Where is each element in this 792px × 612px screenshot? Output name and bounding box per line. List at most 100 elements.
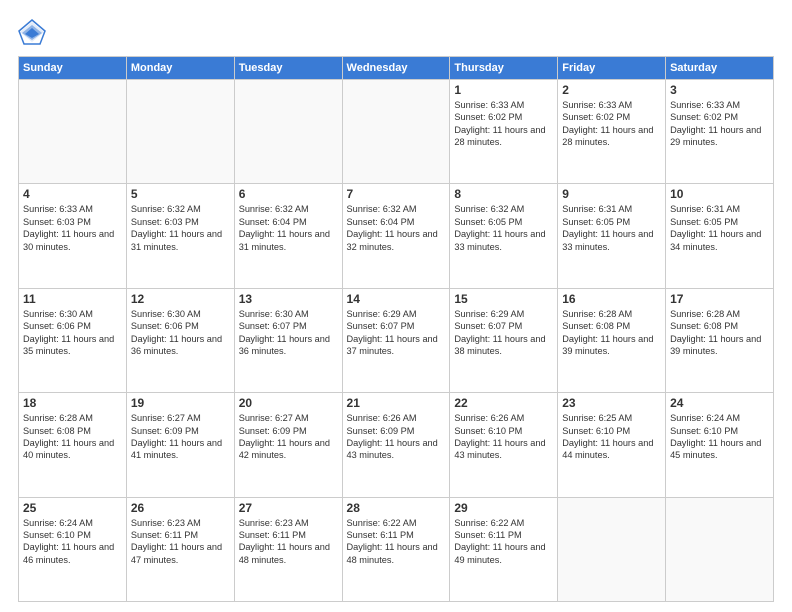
day-info: Sunrise: 6:28 AMSunset: 6:08 PMDaylight:… [670,308,769,358]
day-info: Sunrise: 6:30 AMSunset: 6:06 PMDaylight:… [131,308,230,358]
calendar-cell: 15 Sunrise: 6:29 AMSunset: 6:07 PMDayligh… [450,288,558,392]
calendar-cell: 25 Sunrise: 6:24 AMSunset: 6:10 PMDayligh… [19,497,127,601]
calendar-cell: 13Sunrise: 6:30 AMSunset: 6:07 PMDayligh… [234,288,342,392]
day-number: 28 [347,501,446,515]
calendar-cell [558,497,666,601]
weekday-header: Wednesday [342,57,450,80]
calendar-cell: 19 Sunrise: 6:27 AMSunset: 6:09 PMDayligh… [126,393,234,497]
day-info: Sunrise: 6:33 AMSunset: 6:03 PMDaylight:… [23,203,122,253]
calendar-cell [342,80,450,184]
calendar-cell: 27Sunrise: 6:23 AMSunset: 6:11 PMDayligh… [234,497,342,601]
day-info: Sunrise: 6:26 AMSunset: 6:10 PMDaylight:… [454,412,553,462]
day-number: 12 [131,292,230,306]
day-number: 9 [562,187,661,201]
day-number: 3 [670,83,769,97]
calendar-cell: 4 Sunrise: 6:33 AMSunset: 6:03 PMDaylight… [19,184,127,288]
calendar-cell: 3 Sunrise: 6:33 AMSunset: 6:02 PMDaylight… [666,80,774,184]
calendar-cell [126,80,234,184]
week-row: 18 Sunrise: 6:28 AMSunset: 6:08 PMDayligh… [19,393,774,497]
day-info: Sunrise: 6:32 AMSunset: 6:03 PMDaylight:… [131,203,230,253]
calendar-cell [19,80,127,184]
day-info: Sunrise: 6:26 AMSunset: 6:09 PMDaylight:… [347,412,446,462]
calendar-cell: 12 Sunrise: 6:30 AMSunset: 6:06 PMDayligh… [126,288,234,392]
day-number: 22 [454,396,553,410]
day-number: 29 [454,501,553,515]
weekday-header: Tuesday [234,57,342,80]
day-number: 11 [23,292,122,306]
day-info: Sunrise: 6:23 AMSunset: 6:11 PMDaylight:… [131,517,230,567]
weekday-header: Monday [126,57,234,80]
calendar-cell: 2 Sunrise: 6:33 AMSunset: 6:02 PMDaylight… [558,80,666,184]
week-row: 4 Sunrise: 6:33 AMSunset: 6:03 PMDaylight… [19,184,774,288]
day-number: 8 [454,187,553,201]
calendar-cell: 24Sunrise: 6:24 AMSunset: 6:10 PMDayligh… [666,393,774,497]
day-number: 26 [131,501,230,515]
calendar-cell [234,80,342,184]
weekday-header: Saturday [666,57,774,80]
calendar-cell: 21 Sunrise: 6:26 AMSunset: 6:09 PMDayligh… [342,393,450,497]
calendar-cell: 17 Sunrise: 6:28 AMSunset: 6:08 PMDayligh… [666,288,774,392]
calendar-cell: 14 Sunrise: 6:29 AMSunset: 6:07 PMDayligh… [342,288,450,392]
calendar-cell: 23Sunrise: 6:25 AMSunset: 6:10 PMDayligh… [558,393,666,497]
day-info: Sunrise: 6:32 AMSunset: 6:04 PMDaylight:… [239,203,338,253]
day-number: 27 [239,501,338,515]
day-number: 10 [670,187,769,201]
week-row: 25 Sunrise: 6:24 AMSunset: 6:10 PMDayligh… [19,497,774,601]
day-info: Sunrise: 6:24 AMSunset: 6:10 PMDaylight:… [23,517,122,567]
weekday-header: Friday [558,57,666,80]
calendar-cell: 8Sunrise: 6:32 AMSunset: 6:05 PMDaylight… [450,184,558,288]
day-info: Sunrise: 6:25 AMSunset: 6:10 PMDaylight:… [562,412,661,462]
page: SundayMondayTuesdayWednesdayThursdayFrid… [0,0,792,612]
logo [18,18,50,46]
calendar-cell: 26 Sunrise: 6:23 AMSunset: 6:11 PMDayligh… [126,497,234,601]
day-info: Sunrise: 6:30 AMSunset: 6:06 PMDaylight:… [23,308,122,358]
week-row: 11 Sunrise: 6:30 AMSunset: 6:06 PMDayligh… [19,288,774,392]
day-info: Sunrise: 6:27 AMSunset: 6:09 PMDaylight:… [239,412,338,462]
calendar-cell: 22 Sunrise: 6:26 AMSunset: 6:10 PMDayligh… [450,393,558,497]
day-info: Sunrise: 6:28 AMSunset: 6:08 PMDaylight:… [562,308,661,358]
calendar-cell: 18 Sunrise: 6:28 AMSunset: 6:08 PMDayligh… [19,393,127,497]
calendar-cell: 11 Sunrise: 6:30 AMSunset: 6:06 PMDayligh… [19,288,127,392]
day-number: 21 [347,396,446,410]
calendar-cell: 16Sunrise: 6:28 AMSunset: 6:08 PMDayligh… [558,288,666,392]
day-number: 2 [562,83,661,97]
calendar: SundayMondayTuesdayWednesdayThursdayFrid… [18,56,774,602]
day-number: 17 [670,292,769,306]
weekday-header: Thursday [450,57,558,80]
day-number: 6 [239,187,338,201]
day-info: Sunrise: 6:27 AMSunset: 6:09 PMDaylight:… [131,412,230,462]
day-number: 1 [454,83,553,97]
day-info: Sunrise: 6:32 AMSunset: 6:04 PMDaylight:… [347,203,446,253]
calendar-cell: 7Sunrise: 6:32 AMSunset: 6:04 PMDaylight… [342,184,450,288]
day-number: 15 [454,292,553,306]
calendar-cell: 29Sunrise: 6:22 AMSunset: 6:11 PMDayligh… [450,497,558,601]
week-row: 1 Sunrise: 6:33 AMSunset: 6:02 PMDaylight… [19,80,774,184]
weekday-header: Sunday [19,57,127,80]
day-number: 14 [347,292,446,306]
day-info: Sunrise: 6:33 AMSunset: 6:02 PMDaylight:… [562,99,661,149]
day-info: Sunrise: 6:31 AMSunset: 6:05 PMDaylight:… [562,203,661,253]
day-info: Sunrise: 6:28 AMSunset: 6:08 PMDaylight:… [23,412,122,462]
calendar-cell: 1 Sunrise: 6:33 AMSunset: 6:02 PMDaylight… [450,80,558,184]
day-number: 18 [23,396,122,410]
day-info: Sunrise: 6:31 AMSunset: 6:05 PMDaylight:… [670,203,769,253]
day-number: 19 [131,396,230,410]
header [18,18,774,46]
day-info: Sunrise: 6:29 AMSunset: 6:07 PMDaylight:… [454,308,553,358]
day-info: Sunrise: 6:29 AMSunset: 6:07 PMDaylight:… [347,308,446,358]
day-info: Sunrise: 6:24 AMSunset: 6:10 PMDaylight:… [670,412,769,462]
calendar-cell: 6 Sunrise: 6:32 AMSunset: 6:04 PMDaylight… [234,184,342,288]
logo-icon [18,18,46,46]
day-number: 4 [23,187,122,201]
day-info: Sunrise: 6:33 AMSunset: 6:02 PMDaylight:… [670,99,769,149]
calendar-cell: 5 Sunrise: 6:32 AMSunset: 6:03 PMDaylight… [126,184,234,288]
day-number: 5 [131,187,230,201]
day-number: 25 [23,501,122,515]
calendar-cell [666,497,774,601]
calendar-cell: 10 Sunrise: 6:31 AMSunset: 6:05 PMDayligh… [666,184,774,288]
calendar-cell: 9 Sunrise: 6:31 AMSunset: 6:05 PMDaylight… [558,184,666,288]
day-info: Sunrise: 6:30 AMSunset: 6:07 PMDaylight:… [239,308,338,358]
day-info: Sunrise: 6:33 AMSunset: 6:02 PMDaylight:… [454,99,553,149]
day-info: Sunrise: 6:22 AMSunset: 6:11 PMDaylight:… [347,517,446,567]
calendar-cell: 28 Sunrise: 6:22 AMSunset: 6:11 PMDayligh… [342,497,450,601]
